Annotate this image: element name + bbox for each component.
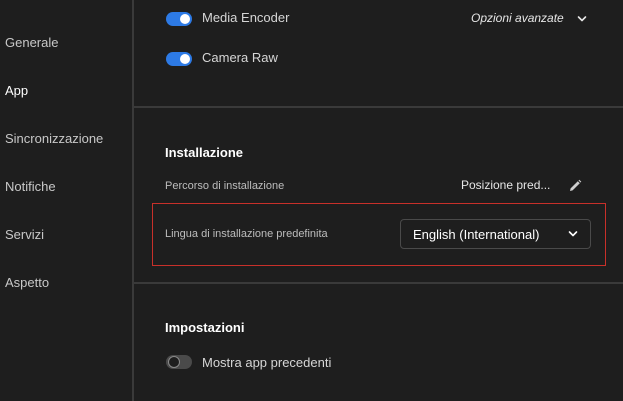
toggle-knob xyxy=(180,54,190,64)
install-path-label: Percorso di installazione xyxy=(165,180,285,192)
chevron-down-icon[interactable] xyxy=(577,14,587,24)
dropdown-value: English (International) xyxy=(413,227,540,242)
sidebar-item-notifiche[interactable]: Notifiche xyxy=(5,179,56,194)
settings-title: Impostazioni xyxy=(165,320,245,335)
sidebar-item-app[interactable]: App xyxy=(5,83,28,98)
camera-raw-toggle[interactable] xyxy=(166,52,192,66)
media-encoder-toggle[interactable] xyxy=(166,12,192,26)
sidebar-item-sincronizzazione[interactable]: Sincronizzazione xyxy=(5,131,103,146)
install-language-dropdown[interactable]: English (International) xyxy=(400,219,591,249)
toggle-knob xyxy=(180,14,190,24)
install-path-value: Posizione pred... xyxy=(461,178,551,192)
installation-title: Installazione xyxy=(165,145,244,160)
sidebar-item-generale[interactable]: Generale xyxy=(5,35,58,50)
section-divider xyxy=(134,106,623,108)
install-language-label: Lingua di installazione predefinita xyxy=(165,228,328,240)
sidebar-item-servizi[interactable]: Servizi xyxy=(5,227,44,242)
sidebar-item-aspetto[interactable]: Aspetto xyxy=(5,275,49,290)
advanced-options-link[interactable]: Opzioni avanzate xyxy=(471,11,564,25)
toggle-knob xyxy=(168,356,180,368)
camera-raw-label: Camera Raw xyxy=(202,50,278,65)
chevron-down-icon xyxy=(568,231,578,237)
media-encoder-label: Media Encoder xyxy=(202,10,290,25)
show-previous-apps-label: Mostra app precedenti xyxy=(202,355,332,370)
sidebar: Generale App Sincronizzazione Notifiche … xyxy=(0,0,132,401)
show-previous-apps-toggle[interactable] xyxy=(166,355,192,369)
pencil-icon[interactable] xyxy=(567,178,583,194)
section-divider xyxy=(134,282,623,284)
